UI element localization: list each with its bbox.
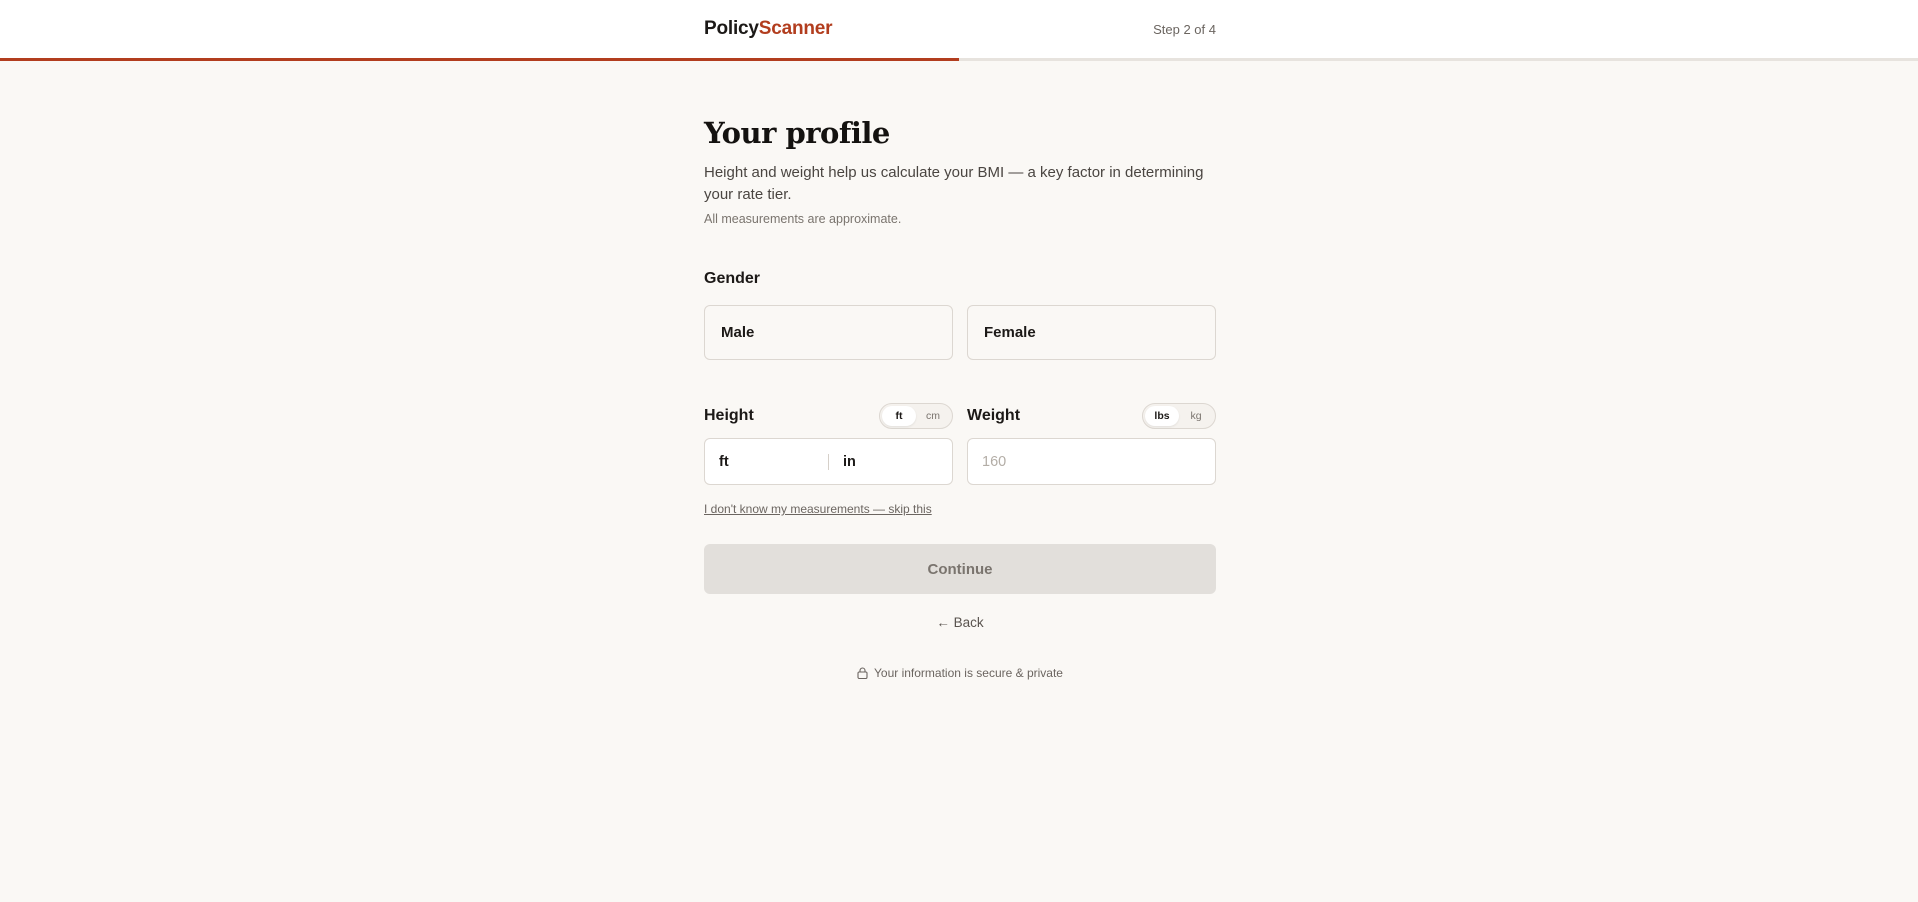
height-unit-toggle: ft cm	[879, 403, 953, 429]
skip-measurements-link[interactable]: I don't know my measurements — skip this	[704, 502, 932, 516]
height-header: Height ft cm	[704, 402, 953, 430]
height-inches-field[interactable]: in	[829, 439, 952, 484]
weight-group: Weight lbs kg	[967, 402, 1216, 485]
logo-text-scanner: Scanner	[758, 18, 833, 39]
continue-button[interactable]: Continue	[704, 544, 1216, 594]
height-feet-field[interactable]: ft	[705, 439, 828, 484]
weight-input[interactable]	[968, 439, 1215, 484]
weight-unit-lbs[interactable]: lbs	[1145, 406, 1179, 426]
page-subtitle: Height and weight help us calculate your…	[704, 164, 1204, 203]
lock-icon	[857, 667, 868, 679]
security-note-text: Your information is secure & private	[874, 666, 1063, 680]
measurement-note: All measurements are approximate.	[704, 212, 902, 226]
weight-header: Weight lbs kg	[967, 402, 1216, 430]
weight-label: Weight	[967, 407, 1021, 424]
top-bar-inner: PolicyScanner Step 2 of 4	[704, 0, 1216, 58]
back-link[interactable]: ← Back	[936, 615, 983, 630]
measurements-row: Height ft cm ft in Weight lbs kg	[704, 402, 1216, 485]
weight-input-box	[967, 438, 1216, 485]
logo-text-policy: Policy	[704, 18, 759, 39]
gender-option-female[interactable]: Female	[967, 305, 1216, 360]
profile-form: Your profile Height and weight help us c…	[704, 112, 1216, 680]
height-label: Height	[704, 407, 754, 424]
logo[interactable]: PolicyScanner	[704, 18, 833, 40]
gender-label: Gender	[704, 270, 761, 287]
security-note: Your information is secure & private	[704, 666, 1216, 680]
height-unit-cm[interactable]: cm	[916, 406, 950, 426]
back-row: ← Back	[704, 614, 1216, 632]
progress-bar-fill	[0, 58, 959, 61]
page-title: Your profile	[704, 116, 890, 150]
height-unit-ft[interactable]: ft	[882, 406, 916, 426]
step-indicator: Step 2 of 4	[1153, 21, 1216, 37]
height-input: ft in	[704, 438, 953, 485]
height-group: Height ft cm ft in	[704, 402, 953, 485]
gender-option-male[interactable]: Male	[704, 305, 953, 360]
progress-bar	[0, 58, 1918, 61]
top-bar: PolicyScanner Step 2 of 4	[0, 0, 1918, 60]
gender-options: Male Female	[704, 305, 1216, 360]
weight-unit-toggle: lbs kg	[1142, 403, 1216, 429]
weight-unit-kg[interactable]: kg	[1179, 406, 1213, 426]
